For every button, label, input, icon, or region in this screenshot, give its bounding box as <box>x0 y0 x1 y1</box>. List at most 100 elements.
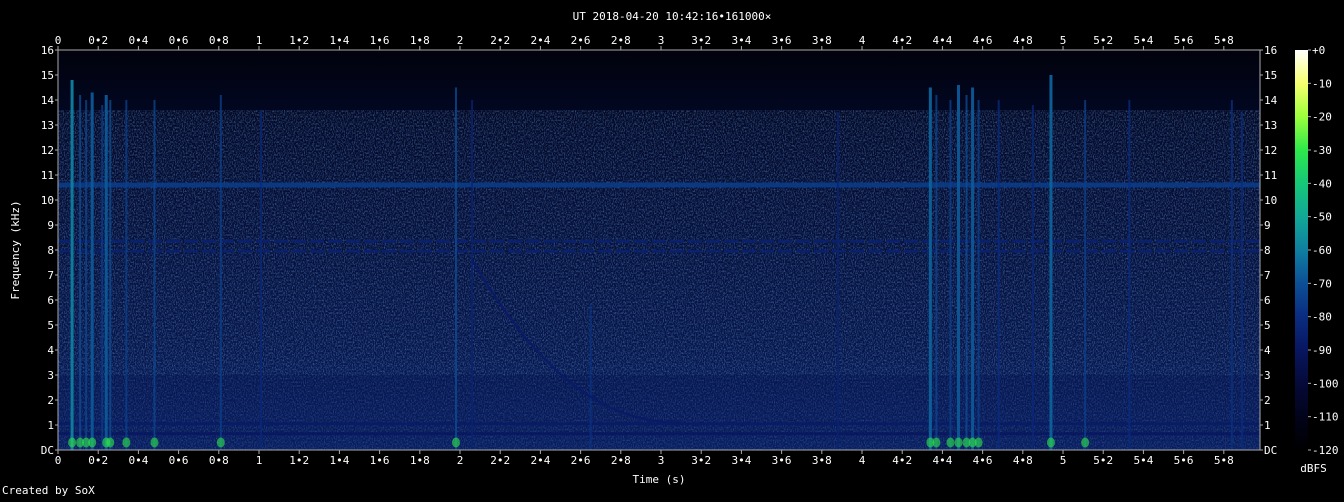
x-tick-label-top-15: 3 <box>658 34 665 47</box>
x-tick-label-bottom-12: 2•4 <box>530 454 550 467</box>
dc-hotspot-7 <box>150 437 159 448</box>
dc-hotspot-16 <box>974 437 983 448</box>
impulse-mark-15 <box>928 87 932 450</box>
y-tick-label-right-1: 1 <box>1264 419 1271 432</box>
x-tick-label-bottom-9: 1•8 <box>410 454 430 467</box>
impulse-mark-6 <box>109 100 112 450</box>
x-tick-label-bottom-14: 2•8 <box>611 454 631 467</box>
dc-hotspot-18 <box>1081 437 1090 448</box>
impulse-mark-11 <box>454 87 457 450</box>
x-tick-label-bottom-1: 0•2 <box>88 454 108 467</box>
impulse-mark-0 <box>70 80 74 450</box>
impulse-mark-25 <box>1084 100 1087 450</box>
colorbar-tick-label-1: -10 <box>1312 77 1332 90</box>
y-tick-label-right-2: 2 <box>1264 394 1271 407</box>
impulse-mark-10 <box>260 110 263 450</box>
x-tick-label-bottom-24: 4•8 <box>1013 454 1033 467</box>
colorbar-tick-label-10: -100 <box>1312 377 1339 390</box>
x-axis-label: Time (s) <box>633 473 686 486</box>
impulse-mark-9 <box>219 95 222 450</box>
y-tick-label-right-10: 10 <box>1264 194 1277 207</box>
impulse-mark-14 <box>836 112 839 450</box>
x-tick-label-bottom-7: 1•4 <box>329 454 349 467</box>
x-tick-label-top-21: 4•2 <box>892 34 912 47</box>
x-tick-label-top-14: 2•8 <box>611 34 631 47</box>
y-tick-label-left-16: 16 <box>41 44 54 57</box>
y-tick-label-left-5: 5 <box>47 319 54 332</box>
x-tick-label-bottom-0: 0 <box>55 454 62 467</box>
y-tick-label-right-7: 7 <box>1264 269 1271 282</box>
dc-hotspot-5 <box>106 437 115 448</box>
impulse-mark-7 <box>125 100 128 450</box>
x-tick-label-bottom-29: 5•8 <box>1214 454 1234 467</box>
x-tick-label-top-16: 3•2 <box>691 34 711 47</box>
colorbar-tick-label-12: -120 <box>1312 444 1339 457</box>
y-tick-label-right-3: 3 <box>1264 369 1271 382</box>
y-tick-label-left-3: 3 <box>47 369 54 382</box>
y-tick-label-right-15: 15 <box>1264 69 1277 82</box>
x-tick-label-top-9: 1•8 <box>410 34 430 47</box>
colorbar-tick-label-5: -50 <box>1312 211 1332 224</box>
x-tick-label-bottom-20: 4 <box>859 454 866 467</box>
y-tick-label-right-12: 12 <box>1264 144 1277 157</box>
x-tick-label-top-28: 5•6 <box>1174 34 1194 47</box>
y-tick-label-right-5: 5 <box>1264 319 1271 332</box>
impulse-mark-13 <box>589 305 592 450</box>
x-tick-label-top-27: 5•4 <box>1133 34 1153 47</box>
x-tick-label-bottom-4: 0•8 <box>209 454 229 467</box>
x-tick-label-top-23: 4•6 <box>973 34 993 47</box>
x-tick-label-bottom-15: 3 <box>658 454 665 467</box>
chart-title: UT 2018-04-20 10:42:16•161000× <box>573 10 772 23</box>
x-tick-label-bottom-27: 5•4 <box>1133 454 1153 467</box>
y-tick-label-right-0: DC <box>1264 444 1277 457</box>
impulse-mark-19 <box>965 95 968 450</box>
dc-hotspot-6 <box>122 437 131 448</box>
impulse-mark-1 <box>79 95 82 450</box>
colorbar-tick-label-9: -90 <box>1312 344 1332 357</box>
x-tick-label-bottom-13: 2•6 <box>571 454 591 467</box>
x-tick-label-top-18: 3•6 <box>772 34 792 47</box>
y-tick-label-right-11: 11 <box>1264 169 1277 182</box>
impulse-mark-12 <box>471 100 474 450</box>
x-tick-label-top-0: 0 <box>55 34 62 47</box>
y-tick-label-left-1: 1 <box>47 419 54 432</box>
x-tick-label-bottom-5: 1 <box>256 454 263 467</box>
y-tick-label-right-6: 6 <box>1264 294 1271 307</box>
x-tick-label-bottom-22: 4•4 <box>932 454 952 467</box>
y-tick-label-left-2: 2 <box>47 394 54 407</box>
x-tick-label-top-6: 1•2 <box>289 34 309 47</box>
dc-hotspot-3 <box>88 437 97 448</box>
y-tick-label-left-10: 10 <box>41 194 54 207</box>
spectrogram-figure: 0 0 0•2 0•2 0•4 0•4 0•6 0•6 0•8 0•8 1 1 1•2 1•2 1•4 1•4… <box>0 0 1344 498</box>
impulse-mark-8 <box>153 100 156 450</box>
impulse-mark-24 <box>1049 75 1053 450</box>
dc-hotspot-11 <box>932 437 941 448</box>
y-tick-label-left-6: 6 <box>47 294 54 307</box>
colorbar-tick-label-11: -110 <box>1312 411 1339 424</box>
x-tick-label-bottom-10: 2 <box>457 454 464 467</box>
impulse-mark-16 <box>935 95 938 450</box>
y-tick-label-left-14: 14 <box>41 94 55 107</box>
colorbar-tick-label-0: +0 <box>1312 44 1325 57</box>
y-tick-label-right-16: 16 <box>1264 44 1277 57</box>
x-tick-label-bottom-2: 0•4 <box>128 454 148 467</box>
x-tick-label-top-17: 3•4 <box>731 34 751 47</box>
x-tick-label-bottom-21: 4•2 <box>892 454 912 467</box>
impulse-mark-4 <box>101 105 104 450</box>
x-tick-label-top-10: 2 <box>457 34 464 47</box>
x-tick-label-bottom-6: 1•2 <box>289 454 309 467</box>
y-tick-label-left-13: 13 <box>41 119 54 132</box>
colorbar <box>1295 50 1308 450</box>
dc-hotspot-12 <box>946 437 955 448</box>
spectrogram-plot-area <box>58 50 1260 450</box>
y-tick-label-right-8: 8 <box>1264 244 1271 257</box>
x-tick-label-top-26: 5•2 <box>1093 34 1113 47</box>
x-tick-label-bottom-23: 4•6 <box>973 454 993 467</box>
x-tick-label-top-24: 4•8 <box>1013 34 1033 47</box>
y-tick-label-right-13: 13 <box>1264 119 1277 132</box>
impulse-mark-28 <box>1240 112 1243 450</box>
impulse-mark-3 <box>90 92 94 450</box>
y-tick-label-left-11: 11 <box>41 169 54 182</box>
y-tick-label-left-15: 15 <box>41 69 54 82</box>
y-tick-label-right-4: 4 <box>1264 344 1271 357</box>
